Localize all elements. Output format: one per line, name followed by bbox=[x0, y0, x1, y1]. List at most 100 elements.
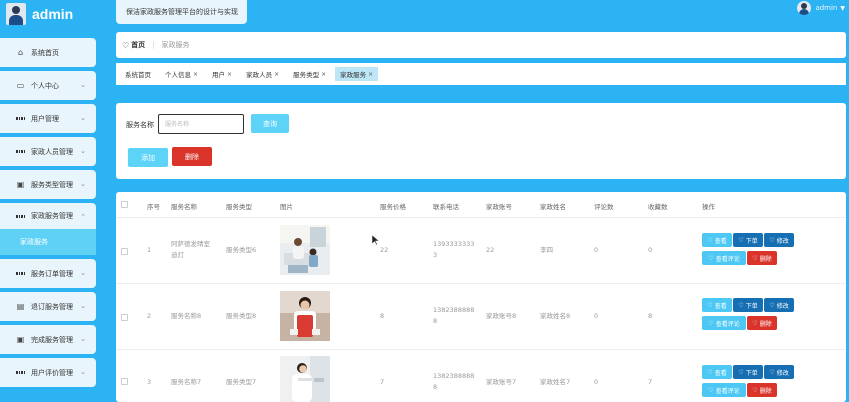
service-image bbox=[280, 225, 330, 275]
heart-icon: ♡ bbox=[769, 236, 775, 244]
column-header: 服务价格 bbox=[380, 203, 406, 211]
chevron-down-icon: ⌄ bbox=[80, 180, 86, 188]
query-button[interactable]: 查询 bbox=[251, 114, 289, 133]
sidebar-item-reviews[interactable]: 用户评价管理 ⌄ bbox=[0, 358, 96, 387]
caret-down-icon: ▼ bbox=[840, 4, 845, 12]
tag-service-types[interactable]: 服务类型 × bbox=[288, 67, 332, 81]
view-reviews-button[interactable]: ♡ 查看评论 bbox=[702, 251, 746, 265]
close-icon[interactable]: × bbox=[274, 71, 279, 78]
close-icon[interactable]: × bbox=[193, 71, 198, 78]
service-price: 22 bbox=[380, 246, 389, 254]
heart-icon: ♡ bbox=[708, 386, 714, 394]
view-button[interactable]: ♡ 查看 bbox=[702, 298, 732, 312]
column-header: 收藏数 bbox=[648, 203, 668, 211]
table-row[interactable]: 3 服务名称7 服务类型7 7 1382388888 8 家政账号7 家政姓名7 … bbox=[116, 351, 846, 402]
staff-account: 家政账号7 bbox=[486, 378, 517, 386]
tag-home[interactable]: 系统首页 bbox=[120, 67, 156, 81]
view-button[interactable]: ♡ 查看 bbox=[702, 365, 732, 379]
tag-profile[interactable]: 个人信息 × bbox=[160, 67, 204, 81]
row-index: 2 bbox=[147, 312, 152, 320]
sidebar-menu: ⌂ 系统首页 ▭ 个人中心 ⌄ 用户管理 ⌄ 家政人员管理 ⌄ ▣ 服务类型管理… bbox=[0, 38, 96, 391]
heart-icon: ♡ bbox=[707, 301, 713, 309]
heart-icon: ♡ bbox=[707, 368, 713, 376]
tag-label: 用户 bbox=[212, 71, 226, 79]
service-type: 服务类型8 bbox=[226, 312, 257, 320]
chevron-down-icon: ⌄ bbox=[80, 335, 86, 343]
close-icon[interactable]: × bbox=[227, 71, 232, 78]
search-label: 服务名称 bbox=[126, 121, 154, 129]
sidebar-item-users[interactable]: 用户管理 ⌄ bbox=[0, 104, 96, 133]
chevron-down-icon: ⌄ bbox=[80, 81, 86, 89]
tag-users[interactable]: 用户 × bbox=[207, 67, 238, 81]
sidebar-item-services[interactable]: 家政服务管理 ⌃ bbox=[0, 203, 96, 229]
order-button[interactable]: ♡ 下单 bbox=[733, 233, 763, 247]
row-checkbox[interactable] bbox=[121, 378, 128, 385]
delete-button[interactable]: 删除 bbox=[172, 147, 212, 166]
tag-services[interactable]: 家政服务 × bbox=[335, 67, 379, 81]
edit-button[interactable]: ♡ 修改 bbox=[764, 298, 794, 312]
sidebar-item-label: 服务类型管理 bbox=[31, 180, 73, 189]
edit-button[interactable]: ♡ 修改 bbox=[764, 365, 794, 379]
close-icon[interactable]: × bbox=[321, 71, 326, 78]
chevron-down-icon: ⌄ bbox=[80, 302, 86, 310]
delete-row-button[interactable]: ♡ 删除 bbox=[747, 316, 777, 330]
delete-row-button[interactable]: ♡ 删除 bbox=[747, 383, 777, 397]
user-menu[interactable]: admin ▼ bbox=[797, 1, 845, 15]
contact-phone: 1382388888 8 bbox=[433, 306, 475, 325]
view-reviews-button[interactable]: ♡ 查看评论 bbox=[702, 316, 746, 330]
brand: admin bbox=[6, 3, 73, 25]
view-button[interactable]: ♡ 查看 bbox=[702, 233, 732, 247]
favorite-count: 7 bbox=[648, 378, 653, 386]
add-button[interactable]: 添加 bbox=[128, 148, 168, 167]
sidebar-item-label: 个人中心 bbox=[31, 81, 59, 90]
heart-icon: ♡ bbox=[738, 368, 744, 376]
brand-avatar bbox=[6, 3, 26, 25]
row-checkbox[interactable] bbox=[121, 248, 128, 255]
row-checkbox[interactable] bbox=[121, 314, 128, 321]
comment-count: 0 bbox=[594, 246, 599, 254]
heart-icon: ♡ bbox=[122, 40, 130, 50]
service-name: 服务名称7 bbox=[171, 378, 202, 386]
service-type: 服务类型6 bbox=[226, 246, 257, 254]
sidebar-item-service-types[interactable]: ▣ 服务类型管理 ⌄ bbox=[0, 170, 96, 199]
column-header: 操作 bbox=[702, 203, 715, 211]
sidebar-item-cancellations[interactable]: ▤ 退订服务管理 ⌄ bbox=[0, 292, 96, 321]
select-all-checkbox[interactable] bbox=[121, 201, 128, 208]
tag-staff[interactable]: 家政人员 × bbox=[241, 67, 285, 81]
search-input[interactable] bbox=[158, 114, 244, 134]
grid-icon bbox=[16, 212, 25, 221]
monitor-icon: ▣ bbox=[16, 335, 25, 344]
breadcrumb-home[interactable]: ♡ 首页 bbox=[122, 40, 145, 50]
sidebar-item-profile[interactable]: ▭ 个人中心 ⌄ bbox=[0, 71, 96, 100]
order-button[interactable]: ♡ 下单 bbox=[733, 365, 763, 379]
table-row[interactable]: 2 服务名称8 服务类型8 8 1382388888 8 家政账号8 家政姓名8 … bbox=[116, 285, 846, 350]
sidebar-item-completed[interactable]: ▣ 完成服务管理 ⌄ bbox=[0, 325, 96, 354]
grid-icon bbox=[16, 147, 25, 156]
sidebar-item-label: 完成服务管理 bbox=[31, 335, 73, 344]
service-name: 服务名称8 bbox=[171, 312, 202, 320]
view-reviews-button[interactable]: ♡ 查看评论 bbox=[702, 383, 746, 397]
sidebar-item-label: 退订服务管理 bbox=[31, 302, 73, 311]
close-icon[interactable]: × bbox=[368, 71, 373, 78]
column-header: 图片 bbox=[280, 203, 293, 211]
sidebar-item-home[interactable]: ⌂ 系统首页 bbox=[0, 38, 96, 67]
chevron-down-icon: ⌄ bbox=[80, 147, 86, 155]
heart-icon: ♡ bbox=[752, 386, 758, 394]
sidebar-item-staff[interactable]: 家政人员管理 ⌄ bbox=[0, 137, 96, 166]
order-button[interactable]: ♡ 下单 bbox=[733, 298, 763, 312]
service-price: 8 bbox=[380, 312, 385, 320]
delete-row-button[interactable]: ♡ 删除 bbox=[747, 251, 777, 265]
sidebar-item-orders[interactable]: 服务订单管理 ⌄ bbox=[0, 259, 96, 288]
sidebar-item-label: 服务订单管理 bbox=[31, 269, 73, 278]
sidebar-subitem-services[interactable]: 家政服务 bbox=[0, 229, 96, 255]
row-index: 1 bbox=[147, 246, 152, 254]
tag-label: 家政服务 bbox=[340, 71, 367, 79]
table-row[interactable]: 1 阿萨德发晴室 迪灯 服务类型6 22 1393333333 3 22 李四 0 … bbox=[116, 219, 846, 284]
contact-phone: 1393333333 3 bbox=[433, 240, 475, 259]
column-header: 评论数 bbox=[594, 203, 614, 211]
heart-icon: ♡ bbox=[738, 236, 744, 244]
edit-button[interactable]: ♡ 修改 bbox=[764, 233, 794, 247]
column-header: 序号 bbox=[147, 203, 160, 211]
tag-label: 服务类型 bbox=[293, 71, 320, 79]
system-title: 保洁家政服务管理平台的设计与实现 bbox=[116, 0, 247, 24]
